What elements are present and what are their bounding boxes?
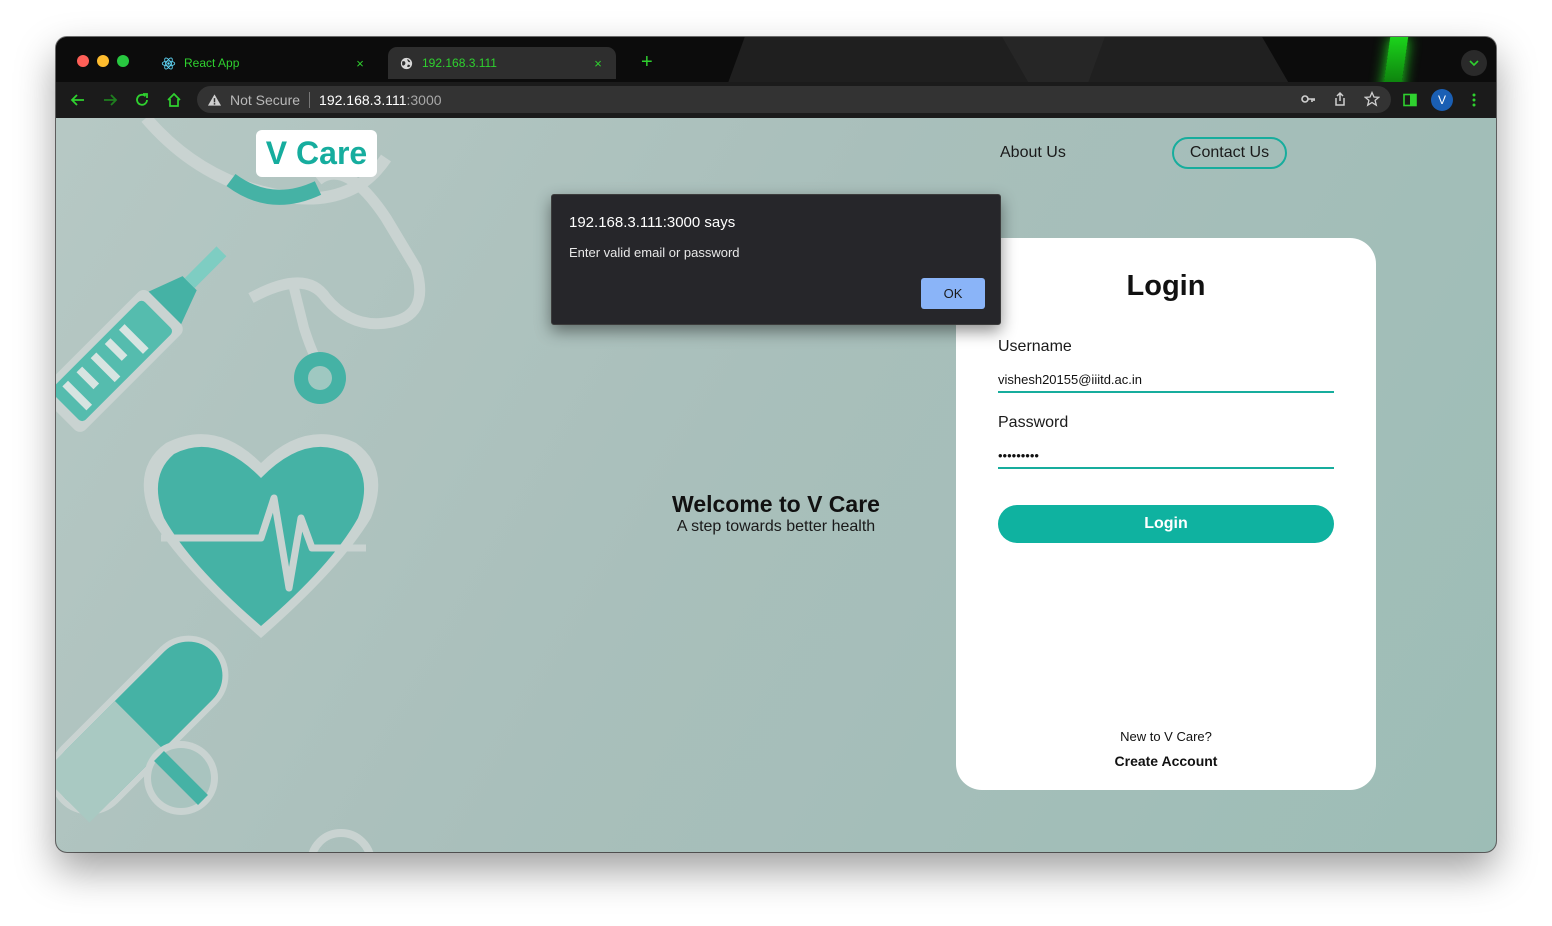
close-window-button[interactable] — [77, 55, 89, 67]
maximize-window-button[interactable] — [117, 55, 129, 67]
stethoscope-partial-icon — [308, 829, 374, 852]
welcome-title: Welcome to V Care — [672, 491, 880, 517]
divider — [309, 91, 311, 108]
side-panel-button[interactable] — [1400, 90, 1420, 110]
address-bar[interactable]: Not Secure 192.168.3.111 :3000 — [197, 86, 1391, 113]
tab-title: React App — [184, 56, 240, 70]
tab-title: 192.168.3.111 — [422, 56, 497, 70]
alert-title: 192.168.3.111:3000 says — [569, 214, 736, 231]
login-title: Login — [1126, 270, 1206, 302]
contact-us-button[interactable]: Contact Us — [1172, 137, 1287, 169]
home-icon — [167, 92, 181, 107]
password-input[interactable] — [998, 443, 1334, 469]
chrome-background-decoration — [1002, 37, 1290, 85]
web-page: V Care About Us Contact Us Welcome to V … — [56, 118, 1496, 852]
new-user-prompt: New to V Care? — [1120, 729, 1212, 744]
share-icon[interactable] — [1331, 90, 1349, 108]
medical-illustration-background — [56, 118, 426, 852]
create-account-link[interactable]: Create Account — [956, 753, 1376, 769]
welcome-section: Welcome to V Care A step towards better … — [616, 490, 936, 536]
alert-ok-button[interactable]: OK — [921, 278, 985, 309]
username-input[interactable] — [998, 367, 1334, 393]
tab-close-icon[interactable]: × — [352, 56, 368, 71]
tablet-icon — [144, 741, 218, 815]
new-tab-button[interactable]: + — [641, 52, 653, 72]
minimize-window-button[interactable] — [97, 55, 109, 67]
key-icon[interactable] — [1299, 90, 1317, 108]
home-button[interactable] — [164, 90, 184, 110]
browser-chrome: React App × 192.168.3.111 × + Not Secure… — [56, 37, 1496, 118]
forward-button[interactable] — [100, 90, 120, 110]
username-label: Username — [998, 338, 1072, 355]
security-status[interactable]: Not Secure — [230, 92, 300, 108]
globe-icon — [398, 55, 414, 71]
forward-arrow-icon — [104, 94, 118, 106]
alert-dialog: 192.168.3.111:3000 says Enter valid emai… — [551, 194, 1001, 325]
profile-avatar[interactable]: V — [1431, 89, 1453, 111]
nav-about-us[interactable]: About Us — [1000, 144, 1066, 162]
reload-icon — [136, 93, 148, 106]
chevron-down-icon — [1469, 60, 1479, 67]
site-logo[interactable]: V Care — [256, 130, 377, 177]
more-vert-icon — [1472, 93, 1476, 107]
alert-message: Enter valid email or password — [569, 245, 740, 260]
password-label: Password — [998, 414, 1069, 431]
tab-react-app[interactable]: React App × — [150, 47, 378, 79]
tab-search-button[interactable] — [1461, 50, 1487, 76]
tab-close-icon[interactable]: × — [590, 56, 606, 71]
tab-active-ip[interactable]: 192.168.3.111 × — [388, 47, 616, 79]
pill-icon — [56, 635, 229, 823]
react-icon — [160, 55, 176, 71]
url-host: 192.168.3.111 — [319, 91, 407, 108]
url-port: :3000 — [406, 91, 442, 108]
heart-icon — [143, 434, 379, 638]
reload-button[interactable] — [132, 90, 152, 110]
login-button[interactable]: Login — [998, 505, 1334, 543]
welcome-subtitle: A step towards better health — [676, 518, 876, 535]
side-panel-icon — [1403, 93, 1417, 107]
syringe-icon — [56, 246, 227, 432]
back-button[interactable] — [68, 90, 88, 110]
address-bar-actions — [1299, 90, 1381, 108]
browser-toolbar: Not Secure 192.168.3.111 :3000 V — [56, 82, 1496, 118]
browser-window: React App × 192.168.3.111 × + Not Secure… — [56, 37, 1496, 852]
warning-icon — [207, 92, 223, 108]
back-arrow-icon — [70, 94, 84, 106]
browser-menu-button[interactable] — [1464, 90, 1484, 110]
login-card: Login Username Password Login New to V C… — [956, 238, 1376, 790]
star-icon[interactable] — [1363, 90, 1381, 108]
